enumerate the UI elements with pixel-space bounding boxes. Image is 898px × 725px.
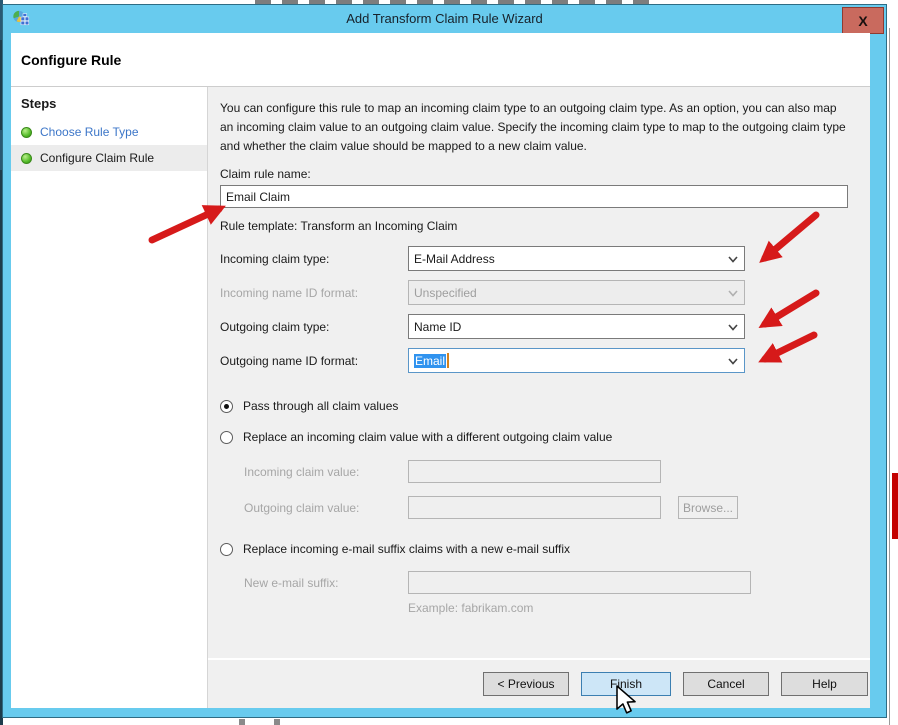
page-title: Configure Rule [21,52,121,68]
text-caret [447,353,449,368]
close-icon: X [858,13,867,29]
claim-rule-name-input[interactable]: Email Claim [220,185,848,208]
close-button[interactable]: X [842,7,884,34]
chevron-down-icon [726,252,740,266]
incoming-claim-type-label: Incoming claim type: [220,252,408,266]
new-email-suffix-label: New e-mail suffix: [244,576,408,590]
background-bottom-mark [274,719,280,725]
step-complete-icon [21,127,32,138]
background-red-annotation-bar [892,473,898,539]
outgoing-name-id-format-dropdown[interactable]: Email [408,348,745,373]
screen: Add Transform Claim Rule Wizard X Config… [0,0,898,725]
claim-rule-name-label: Claim rule name: [220,167,850,181]
steps-sidebar: Steps Choose Rule Type Configure Claim R… [11,87,208,708]
rule-template-text: Rule template: Transform an Incoming Cla… [220,219,850,233]
window-title: Add Transform Claim Rule Wizard [3,11,886,26]
new-email-suffix-input [408,571,751,594]
button-bar: < Previous Finish Cancel Help [208,658,870,708]
finish-button[interactable]: Finish [581,672,671,696]
chevron-down-icon [726,286,740,300]
page-header: Configure Rule [11,33,870,87]
radio-replace-email-suffix[interactable]: Replace incoming e-mail suffix claims wi… [220,542,850,556]
background-right-edge [889,28,890,725]
background-bottom-mark [239,719,245,725]
steps-heading: Steps [21,96,207,111]
browse-button: Browse... [678,496,738,519]
rule-description: You can configure this rule to map an in… [220,99,850,156]
incoming-name-id-format-dropdown: Unspecified [408,280,745,305]
outgoing-claim-value-label: Outgoing claim value: [244,501,408,515]
cancel-button[interactable]: Cancel [683,672,769,696]
incoming-claim-value-label: Incoming claim value: [244,465,408,479]
step-complete-icon [21,153,32,164]
outgoing-claim-value-input [408,496,661,519]
previous-button[interactable]: < Previous [483,672,569,696]
step-choose-rule-type[interactable]: Choose Rule Type [11,119,207,145]
add-transform-claim-rule-wizard-dialog: Add Transform Claim Rule Wizard X Config… [3,5,886,717]
selected-text: Email [414,354,446,368]
suffix-example-text: Example: fabrikam.com [408,601,850,615]
chevron-down-icon [726,320,740,334]
radio-pass-through[interactable]: Pass through all claim values [220,399,850,413]
dialog-body: Configure Rule Steps Choose Rule Type Co… [11,33,870,708]
background-top-text-remnant [255,0,655,4]
radio-button-icon [220,400,233,413]
incoming-claim-value-input [408,460,661,483]
incoming-claim-type-dropdown[interactable]: E-Mail Address [408,246,745,271]
incoming-name-id-format-label: Incoming name ID format: [220,286,408,300]
outgoing-name-id-format-label: Outgoing name ID format: [220,354,408,368]
radio-replace-claim-value[interactable]: Replace an incoming claim value with a d… [220,430,850,444]
chevron-down-icon [726,354,740,368]
step-configure-claim-rule[interactable]: Configure Claim Rule [11,145,207,171]
help-button[interactable]: Help [781,672,868,696]
outgoing-claim-type-dropdown[interactable]: Name ID [408,314,745,339]
content-pane: You can configure this rule to map an in… [208,87,870,708]
radio-button-icon [220,431,233,444]
radio-button-icon [220,543,233,556]
outgoing-claim-type-label: Outgoing claim type: [220,320,408,334]
title-bar: Add Transform Claim Rule Wizard X [3,5,886,33]
